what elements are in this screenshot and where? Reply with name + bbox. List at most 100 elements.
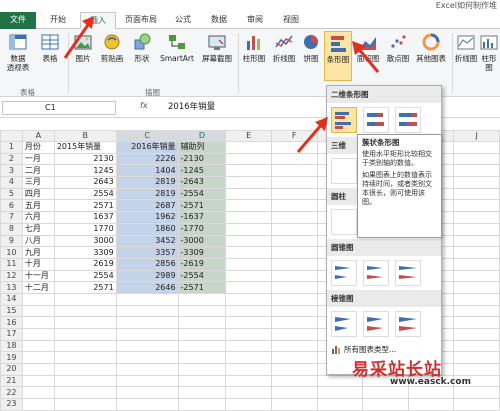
cell-c[interactable] [115, 351, 179, 365]
cell-empty[interactable] [453, 304, 500, 318]
tab-file[interactable]: 文件 [0, 12, 36, 29]
cell-empty[interactable] [453, 234, 500, 248]
cell-empty[interactable] [270, 351, 318, 365]
cell-a[interactable] [21, 328, 55, 341]
column-header-j[interactable]: J [453, 130, 500, 142]
cell-b[interactable]: 2554 [53, 187, 117, 201]
column-chart-button[interactable]: 柱形图 [240, 31, 268, 63]
cell-b[interactable]: 3000 [53, 234, 117, 248]
cell-b[interactable] [53, 304, 117, 318]
clipart-button[interactable]: 剪贴画 [98, 31, 126, 63]
cell-empty[interactable] [225, 176, 272, 189]
row-header[interactable]: 18 [0, 339, 23, 353]
cell-a[interactable] [21, 304, 55, 318]
name-box[interactable]: C1 [2, 101, 116, 115]
cell-empty[interactable] [270, 164, 318, 178]
cell-b[interactable] [53, 374, 117, 388]
line-chart-button[interactable]: 折线图 [270, 31, 298, 63]
cell-c[interactable] [115, 339, 179, 353]
cell-a[interactable] [21, 339, 55, 353]
cell-empty[interactable] [270, 281, 318, 294]
cell-b[interactable] [53, 292, 117, 306]
column-header-b[interactable]: B [53, 130, 117, 142]
cell-empty[interactable] [225, 386, 272, 400]
row-header[interactable]: 4 [0, 176, 23, 189]
cell-empty[interactable] [316, 398, 364, 411]
shapes-button[interactable]: 形状 [130, 31, 154, 63]
row-header[interactable]: 10 [0, 246, 23, 259]
cell-empty[interactable] [453, 316, 500, 329]
row-header[interactable]: 12 [0, 269, 23, 283]
cell-a[interactable]: 十一月 [21, 269, 55, 283]
cell-d[interactable]: -3309 [177, 246, 227, 259]
sparkline-column-button[interactable]: 柱形图 [478, 31, 500, 72]
cell-c[interactable]: 3357 [115, 246, 179, 259]
cell-empty[interactable] [225, 269, 272, 283]
cell-c[interactable]: 2226 [115, 152, 179, 166]
cell-empty[interactable] [407, 398, 455, 411]
cell-d[interactable] [177, 374, 227, 388]
cell-empty[interactable] [270, 374, 318, 388]
cell-empty[interactable] [270, 246, 318, 259]
cell-a[interactable] [21, 351, 55, 365]
cell-d[interactable]: -2130 [177, 152, 227, 166]
cell-empty[interactable] [453, 269, 500, 283]
cell-d[interactable]: -2619 [177, 257, 227, 271]
cell-b[interactable]: 2571 [53, 199, 117, 213]
cell-a[interactable]: 三月 [21, 176, 55, 189]
select-all-corner[interactable] [0, 130, 23, 142]
cell-empty[interactable] [270, 363, 318, 376]
cell-a[interactable] [21, 316, 55, 329]
pyramid-stacked-option[interactable] [363, 311, 389, 337]
cell-c[interactable] [115, 316, 179, 329]
cell-empty[interactable] [225, 187, 272, 201]
column-header-d[interactable]: D [177, 130, 227, 142]
cone-clustered-option[interactable] [331, 260, 357, 286]
cell-empty[interactable] [225, 339, 272, 353]
cell-empty[interactable] [225, 257, 272, 271]
cell-c[interactable]: 2819 [115, 176, 179, 189]
cell-a[interactable] [21, 398, 55, 411]
smartart-button[interactable]: SmartArt [158, 31, 196, 63]
cell-a[interactable]: 月份 [21, 141, 55, 154]
cell-b[interactable] [53, 398, 117, 411]
cell-d[interactable]: -2643 [177, 176, 227, 189]
cell-empty[interactable] [225, 281, 272, 294]
cell-empty[interactable] [225, 363, 272, 376]
cell-b[interactable] [53, 316, 117, 329]
sparkline-line-button[interactable]: 折线图 [454, 31, 478, 63]
percent-stacked-bar-option[interactable] [395, 107, 421, 133]
pyramid-percent-option[interactable] [395, 311, 421, 337]
cell-a[interactable]: 十二月 [21, 281, 55, 294]
cell-d[interactable]: -3000 [177, 234, 227, 248]
row-header[interactable]: 2 [0, 152, 23, 166]
row-header[interactable]: 13 [0, 281, 23, 294]
row-header[interactable]: 3 [0, 164, 23, 178]
cell-d[interactable] [177, 328, 227, 341]
tab-view[interactable]: 视图 [274, 12, 308, 29]
cell-c[interactable]: 2989 [115, 269, 179, 283]
cell-empty[interactable] [453, 211, 500, 224]
row-header[interactable]: 19 [0, 351, 23, 365]
cell-a[interactable] [21, 292, 55, 306]
column-header-e[interactable]: E [225, 130, 272, 142]
row-header[interactable]: 20 [0, 363, 23, 376]
cell-a[interactable]: 七月 [21, 222, 55, 236]
cell-b[interactable] [53, 363, 117, 376]
cell-d[interactable]: -1245 [177, 164, 227, 178]
cell-a[interactable] [21, 386, 55, 400]
cell-empty[interactable] [225, 246, 272, 259]
cell-empty[interactable] [270, 199, 318, 213]
cell-b[interactable] [53, 339, 117, 353]
tab-data[interactable]: 数据 [202, 12, 236, 29]
pivot-table-button[interactable]: 数据 透视表 [3, 31, 33, 72]
cell-empty[interactable] [270, 211, 318, 224]
cone-stacked-option[interactable] [363, 260, 389, 286]
cell-c[interactable]: 2819 [115, 187, 179, 201]
cell-b[interactable]: 1245 [53, 164, 117, 178]
other-charts-button[interactable]: 其他图表 [414, 31, 448, 63]
cell-d[interactable]: -2554 [177, 187, 227, 201]
cell-a[interactable]: 十月 [21, 257, 55, 271]
cell-c[interactable] [115, 398, 179, 411]
cell-a[interactable] [21, 363, 55, 376]
